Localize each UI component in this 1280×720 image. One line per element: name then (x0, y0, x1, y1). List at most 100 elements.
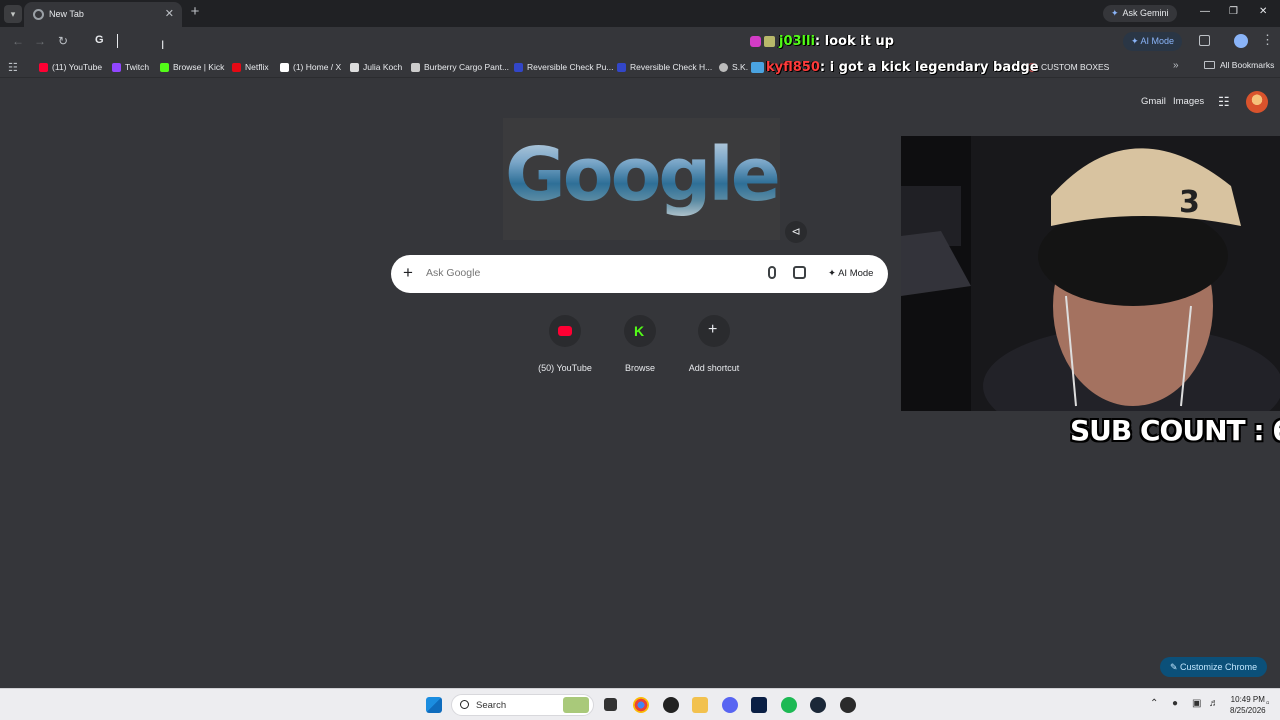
window-close-button[interactable]: ✕ (1259, 6, 1267, 17)
apps-grid-icon[interactable]: ☷ (8, 61, 18, 74)
ai-mode-label: AI Mode (838, 268, 874, 279)
ai-mode-label: AI Mode (1140, 36, 1175, 46)
taskbar-search-label: Search (476, 700, 507, 711)
google-lens-icon[interactable] (793, 266, 806, 279)
shortcut-label: Add shortcut (688, 363, 740, 373)
ai-mode-icon: ✦ (828, 268, 839, 279)
bookmark-kick[interactable]: Browse | Kick (160, 60, 224, 74)
reload-icon[interactable]: ↻ (58, 34, 68, 48)
discord-icon[interactable] (722, 697, 738, 713)
google-apps-icon[interactable]: ☷ (1218, 94, 1230, 110)
bookmark-label: Reversible Check H... (630, 62, 713, 72)
close-icon[interactable]: ✕ (165, 7, 174, 20)
ai-mode-button[interactable]: ✦ AI Mode (822, 264, 879, 284)
clock[interactable]: 10:49 PM 8/25/2026 (1230, 694, 1266, 716)
app-icon[interactable] (840, 697, 856, 713)
bookmark-label: Netflix (245, 62, 269, 72)
search-highlight-icon (563, 697, 589, 713)
shortcut-tile: + (698, 315, 730, 347)
youtube-icon (558, 326, 572, 336)
minimize-button[interactable]: — (1200, 6, 1210, 17)
all-bookmarks-label: All Bookmarks (1220, 60, 1275, 70)
bookmark-custom-boxes[interactable]: CUSTOM BOXES (1028, 60, 1109, 74)
windows-start-icon[interactable] (426, 697, 442, 713)
svg-text:3: 3 (1179, 185, 1200, 220)
bookmark-youtube[interactable]: (11) YouTube (39, 60, 102, 74)
ask-gemini-button[interactable]: ✦ Ask Gemini (1103, 5, 1177, 22)
microphone-icon[interactable] (768, 266, 776, 279)
show-hidden-icons-icon[interactable]: ⌃ (1150, 698, 1158, 709)
chrome-icon (33, 9, 44, 20)
images-link[interactable]: Images (1173, 96, 1204, 107)
google-doodle[interactable]: Google (503, 118, 781, 240)
network-icon[interactable]: ▣ (1192, 698, 1201, 709)
spotify-icon[interactable] (781, 697, 797, 713)
search-input[interactable] (426, 267, 746, 279)
extensions-icon[interactable] (1199, 35, 1210, 46)
x-icon (280, 62, 289, 72)
notifications-icon[interactable]: ▫ (1266, 698, 1270, 709)
chat-message: kyfl850: i got a kick legendary badge (751, 60, 1039, 75)
doodle-logo: Google (503, 132, 781, 218)
new-tab-button[interactable]: + (188, 4, 202, 20)
shortcut-tile: K (624, 315, 656, 347)
chat-text: : i got a kick legendary badge (819, 60, 1039, 75)
add-shortcut-button[interactable]: + Add shortcut (674, 315, 754, 373)
site-icon (411, 62, 420, 72)
all-bookmarks-button[interactable]: All Bookmarks (1204, 60, 1274, 70)
webcam-feed: 3 (901, 136, 1280, 411)
shortcut-youtube[interactable]: (50) YouTube (525, 315, 605, 373)
avatar[interactable] (1246, 91, 1268, 113)
address-bar[interactable]: G (88, 29, 1104, 54)
steam-icon[interactable] (810, 697, 826, 713)
youtube-icon (39, 62, 48, 72)
plus-icon[interactable]: + (403, 263, 413, 283)
tab-search-button[interactable]: ▾ (4, 5, 22, 23)
clock-date: 8/25/2026 (1230, 706, 1266, 715)
share-icon[interactable]: ⊲ (785, 221, 807, 243)
photoshop-icon[interactable] (751, 697, 767, 713)
obs-icon[interactable] (663, 697, 679, 713)
chat-message: j03lli: look it up (750, 34, 894, 49)
search-box[interactable]: + ✦ AI Mode (391, 255, 888, 293)
bookmark-label: Browse | Kick (173, 62, 225, 72)
gmail-link[interactable]: Gmail (1141, 96, 1166, 107)
shortcut-label: (50) YouTube (538, 363, 592, 373)
microphone-icon[interactable]: ● (1172, 698, 1178, 709)
tab-new-tab[interactable]: New Tab ✕ (24, 2, 182, 27)
menu-icon[interactable]: ⋮ (1261, 32, 1274, 48)
chrome-taskbar-icon[interactable] (633, 697, 649, 713)
customize-label: Customize Chrome (1180, 662, 1258, 672)
site-icon (617, 62, 626, 72)
task-view-icon[interactable] (604, 698, 617, 711)
customize-chrome-button[interactable]: ✎ Customize Chrome (1160, 657, 1268, 677)
chat-badge-icon (750, 36, 761, 47)
tab-title: New Tab (49, 9, 84, 19)
volume-icon[interactable]: ♬ (1209, 698, 1219, 709)
more-bookmarks-icon[interactable]: » (1173, 60, 1179, 71)
restore-button[interactable]: ❐ (1229, 6, 1238, 17)
bookmark-netflix[interactable]: Netflix (232, 60, 269, 74)
site-icon (350, 62, 359, 72)
forward-icon[interactable]: → (34, 34, 46, 48)
taskbar-search[interactable]: Search (451, 694, 594, 716)
bookmark-reversible-1[interactable]: Reversible Check Pu... (514, 60, 613, 74)
ibeam-cursor-icon: I (161, 38, 165, 52)
ai-mode-button[interactable]: ✦ AI Mode (1123, 32, 1183, 51)
bookmark-burberry[interactable]: Burberry Cargo Pant... (411, 60, 509, 74)
bookmark-reversible-2[interactable]: Reversible Check H... (617, 60, 712, 74)
folder-icon (1204, 61, 1215, 69)
kick-icon: K (634, 323, 645, 339)
toolbar: ← → ↻ G ✦ AI Mode ⋮ (0, 27, 1280, 56)
bookmark-label: Burberry Cargo Pant... (424, 62, 510, 72)
shortcut-tile (549, 315, 581, 347)
back-icon[interactable]: ← (12, 34, 24, 48)
text-caret (117, 34, 118, 48)
bookmark-julia-koch[interactable]: Julia Koch (350, 60, 402, 74)
bookmark-x[interactable]: (1) Home / X (280, 60, 341, 74)
shortcut-browse[interactable]: K Browse (600, 315, 680, 373)
bookmark-label: Reversible Check Pu... (527, 62, 614, 72)
profile-icon[interactable] (1234, 34, 1248, 48)
file-explorer-icon[interactable] (692, 697, 708, 713)
bookmark-twitch[interactable]: Twitch (112, 60, 149, 74)
